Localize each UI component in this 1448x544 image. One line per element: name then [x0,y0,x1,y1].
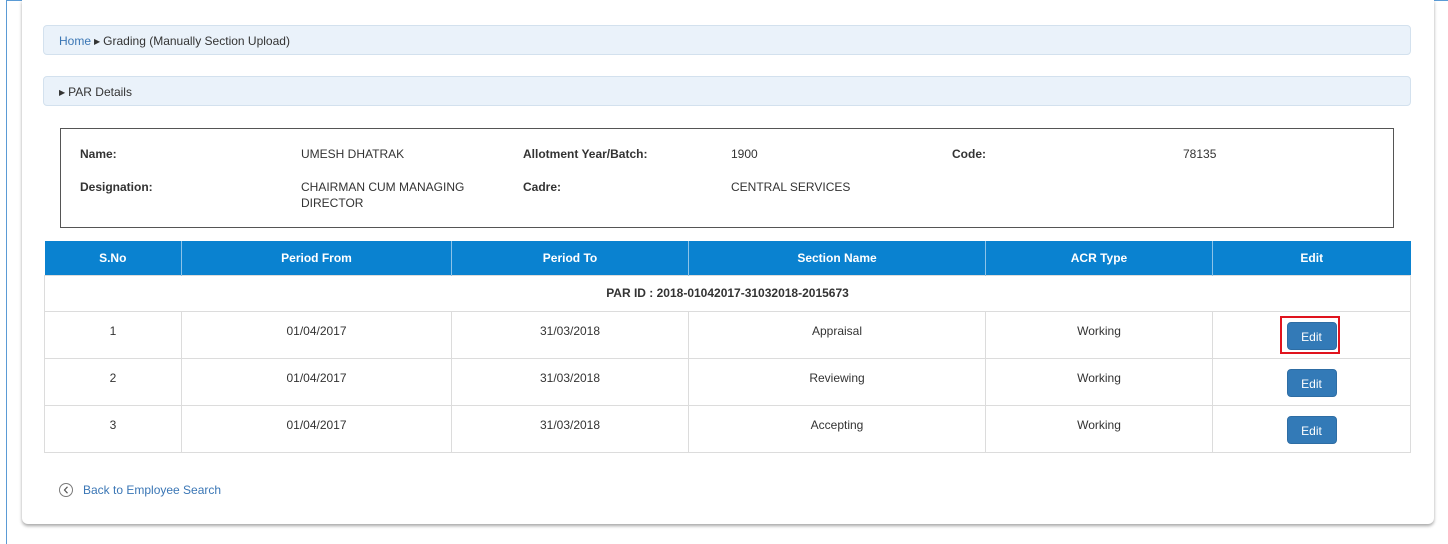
breadcrumb: Home ▶ Grading (Manually Section Upload) [43,25,1411,55]
window-left-border [6,0,7,544]
par-id-row: PAR ID : 2018-01042017-31032018-2015673 [44,274,1411,312]
table-row: 3 01/04/2017 31/03/2018 Accepting Workin… [44,404,1411,453]
designation-value: CHAIRMAN CUM MANAGING DIRECTOR [301,180,465,210]
code-label: Code: [952,147,986,161]
par-details-title: PAR Details [68,85,132,99]
cell-edit: Edit [1212,404,1411,453]
column-header-period-from: Period From [181,241,452,275]
cell-period-to: 31/03/2018 [451,404,689,453]
table-row: 1 01/04/2017 31/03/2018 Appraisal Workin… [44,310,1411,359]
cell-section-name: Appraisal [688,310,986,359]
cell-period-to: 31/03/2018 [451,357,689,406]
par-details-header[interactable]: ▶ PAR Details [43,76,1411,106]
highlight-box [1280,315,1340,354]
column-header-edit: Edit [1212,241,1411,275]
edit-button[interactable]: Edit [1286,368,1337,397]
cell-sno: 2 [44,357,182,406]
cell-section-name: Reviewing [688,357,986,406]
cell-section-name: Accepting [688,404,986,453]
cell-period-from: 01/04/2017 [181,310,452,359]
name-label: Name: [80,147,117,161]
cell-acr-type: Working [985,310,1213,359]
cell-period-from: 01/04/2017 [181,404,452,453]
cell-edit: Edit [1212,357,1411,406]
designation-label: Designation: [80,180,153,194]
table-row: 2 01/04/2017 31/03/2018 Reviewing Workin… [44,357,1411,406]
table-header-row: S.No Period From Period To Section Name … [44,241,1411,275]
name-value: UMESH DHATRAK [301,147,405,161]
batch-label: Allotment Year/Batch: [523,147,648,161]
cell-period-from: 01/04/2017 [181,357,452,406]
breadcrumb-current: Grading (Manually Section Upload) [103,34,290,48]
cell-acr-type: Working [985,357,1213,406]
cell-sno: 3 [44,404,182,453]
par-sections-table: S.No Period From Period To Section Name … [44,241,1411,453]
chevron-left-circle-icon [59,483,73,497]
cell-sno: 1 [44,310,182,359]
cell-acr-type: Working [985,404,1213,453]
par-id: PAR ID : 2018-01042017-31032018-2015673 [44,274,1411,312]
code-value: 78135 [1183,147,1217,161]
caret-right-icon: ▶ [59,88,66,97]
back-link-label: Back to Employee Search [83,483,222,497]
column-header-acr-type: ACR Type [985,241,1213,275]
employee-info-box: Name: UMESH DHATRAK Allotment Year/Batch… [60,128,1394,228]
cell-period-to: 31/03/2018 [451,310,689,359]
edit-button[interactable]: Edit [1286,415,1337,444]
column-header-period-to: Period To [451,241,689,275]
cell-edit: Edit [1212,310,1411,359]
column-header-section-name: Section Name [688,241,986,275]
breadcrumb-home-link[interactable]: Home [59,34,91,48]
caret-right-icon: ▶ [94,37,101,46]
cadre-label: Cadre: [523,180,562,194]
back-to-employee-search-link[interactable]: Back to Employee Search [59,483,221,497]
column-header-sno: S.No [44,241,182,275]
cadre-value: CENTRAL SERVICES [731,180,851,194]
batch-value: 1900 [731,147,758,161]
